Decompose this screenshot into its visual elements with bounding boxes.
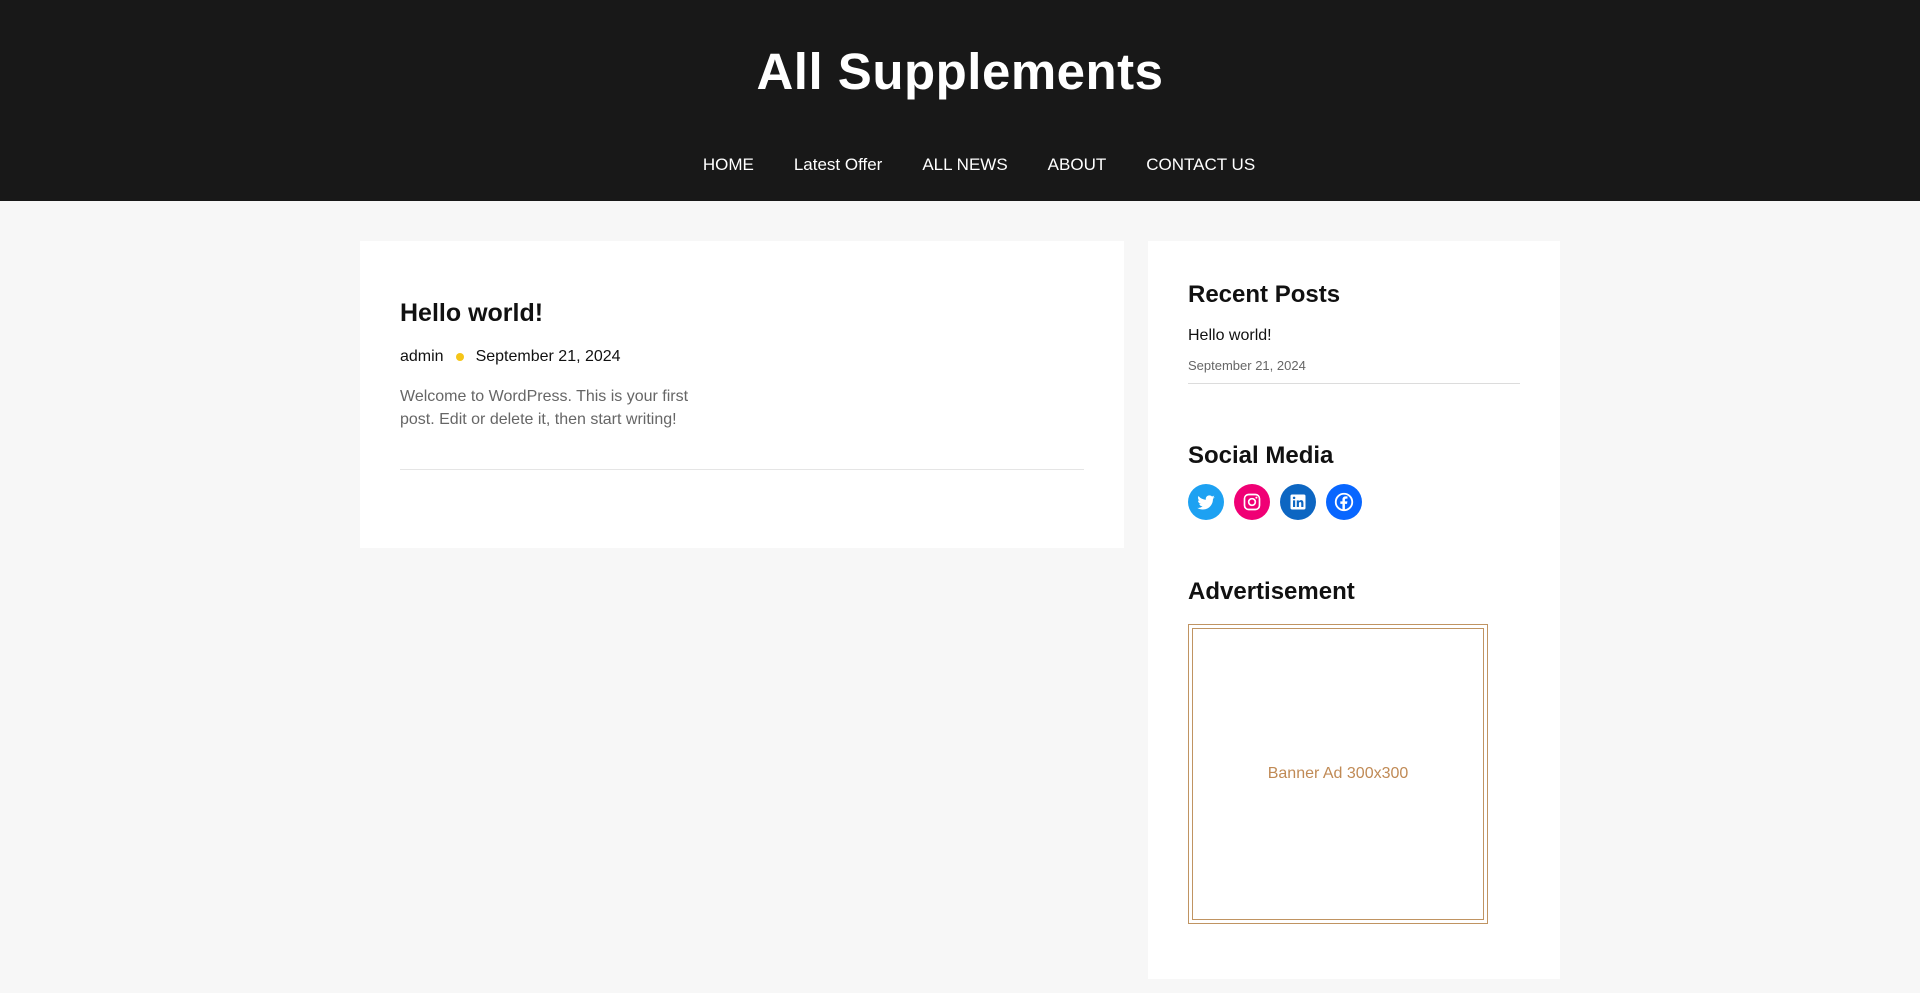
nav-item-latest-offer[interactable]: Latest Offer xyxy=(794,155,883,175)
twitter-icon xyxy=(1197,495,1215,510)
post-author[interactable]: admin xyxy=(400,348,444,366)
linkedin-button[interactable] xyxy=(1280,484,1316,520)
facebook-icon xyxy=(1334,492,1354,512)
nav-item-about[interactable]: ABOUT xyxy=(1048,155,1107,175)
nav-item-contact-us[interactable]: CONTACT US xyxy=(1146,155,1255,175)
content-wrap: Hello world! admin September 21, 2024 We… xyxy=(360,241,1560,979)
site-header: All Supplements HOME Latest Offer ALL NE… xyxy=(0,0,1920,201)
social-media-title: Social Media xyxy=(1188,442,1334,469)
main-nav: HOME Latest Offer ALL NEWS ABOUT CONTACT… xyxy=(0,155,1920,175)
banner-ad-text: Banner Ad 300x300 xyxy=(1267,765,1409,782)
twitter-button[interactable] xyxy=(1188,484,1224,520)
social-media-widget: Social Media xyxy=(1188,442,1520,520)
linkedin-icon xyxy=(1290,494,1306,510)
instagram-button[interactable] xyxy=(1234,484,1270,520)
site-title[interactable]: All Supplements xyxy=(0,42,1920,101)
banner-ad-inner: Banner Ad 300x300 xyxy=(1192,628,1484,920)
instagram-icon xyxy=(1243,493,1261,511)
banner-ad[interactable]: Banner Ad 300x300 xyxy=(1188,624,1488,924)
nav-item-all-news[interactable]: ALL NEWS xyxy=(922,155,1007,175)
recent-post-link[interactable]: Hello world! xyxy=(1188,327,1520,345)
recent-posts-widget: Recent Posts Hello world! September 21, … xyxy=(1188,281,1520,384)
post-divider xyxy=(400,469,1084,470)
sidebar: Recent Posts Hello world! September 21, … xyxy=(1148,241,1560,979)
social-icons-row xyxy=(1188,484,1520,520)
recent-posts-title: Recent Posts xyxy=(1188,281,1341,308)
advertisement-title: Advertisement xyxy=(1188,578,1355,605)
advertisement-widget: Advertisement Banner Ad 300x300 xyxy=(1188,578,1520,924)
post-meta: admin September 21, 2024 xyxy=(400,348,1084,366)
nav-item-home[interactable]: HOME xyxy=(703,155,754,175)
facebook-button[interactable] xyxy=(1326,484,1362,520)
recent-post-date: September 21, 2024 xyxy=(1188,358,1306,373)
post-date[interactable]: September 21, 2024 xyxy=(476,348,621,366)
post-excerpt: Welcome to WordPress. This is your first… xyxy=(400,388,689,428)
recent-posts-divider xyxy=(1188,383,1520,384)
post-title[interactable]: Hello world! xyxy=(400,299,1084,328)
post-card: Hello world! admin September 21, 2024 We… xyxy=(360,241,1124,548)
meta-separator-dot xyxy=(455,353,464,361)
